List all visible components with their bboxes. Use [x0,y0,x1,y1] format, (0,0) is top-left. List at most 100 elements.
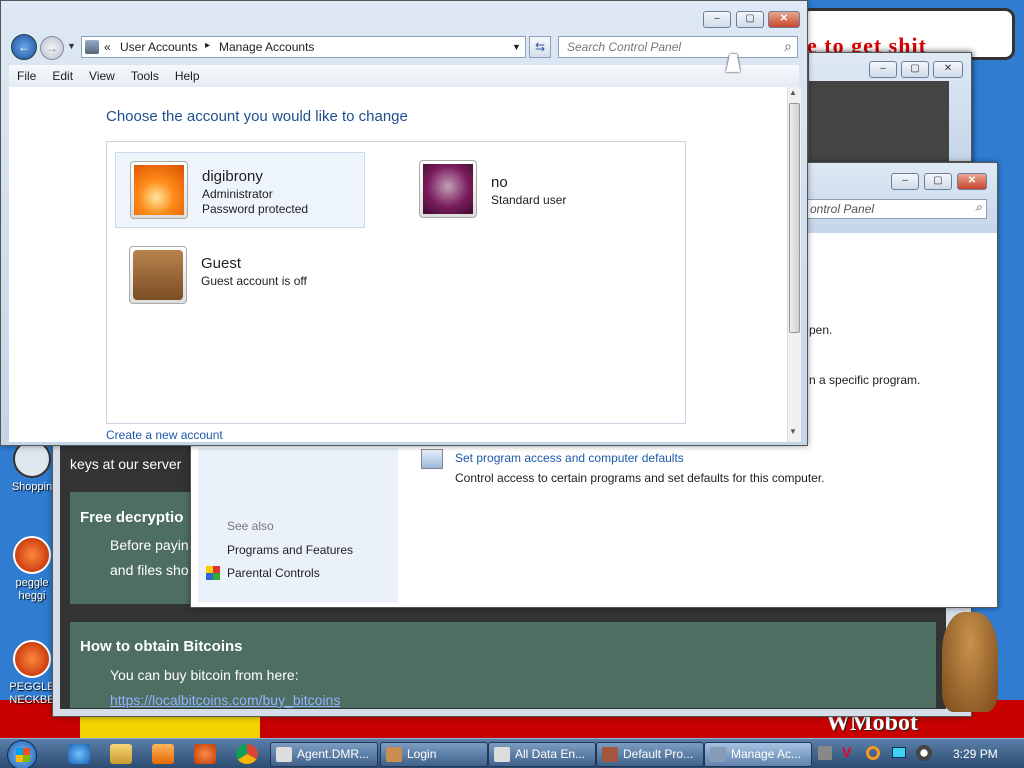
maximize-button[interactable]: ▢ [901,61,929,78]
programs-features-link[interactable]: Programs and Features [227,543,353,557]
account-picture [130,161,188,219]
chevron-down-icon: ▼ [67,41,76,51]
browser2-window: – ▢ ✕ [808,52,972,163]
taskbar-item-manage-accounts[interactable]: Manage Ac... [704,742,812,767]
desktop-icon-label: Shoppin [11,481,53,493]
menu-edit[interactable]: Edit [44,65,81,87]
peggle-icon [13,640,51,678]
program-defaults-icon [421,449,443,469]
chevron-down-icon[interactable]: ▼ [512,42,521,52]
search-icon: ⌕ [975,200,982,214]
menu-view[interactable]: View [81,65,123,87]
desktop-icon-label: peggle heggi [15,577,49,602]
bitcoin-link[interactable]: https://localbitcoins.com/buy_bitcoins [110,688,340,713]
cp2-search-input[interactable]: ontrol Panel ⌕ [805,199,987,219]
address-bar[interactable]: « User Accounts ▸ Manage Accounts ▼ [81,36,526,58]
refresh-icon: ⇆ [534,40,546,54]
bitcoin-title: How to obtain Bitcoins [80,638,243,655]
accounts-panel: digibrony Administrator Password protecte… [106,141,686,424]
close-button[interactable]: ✕ [933,61,963,78]
network-icon[interactable] [892,747,906,758]
breadcrumb-separator: ▸ [205,40,211,51]
close-button[interactable]: ✕ [768,11,800,28]
page-title: Choose the account you would like to cha… [106,108,408,125]
minimize-button[interactable]: – [869,61,897,78]
account-tile-no[interactable]: no Standard user [405,152,655,228]
taskbar-item-default-programs[interactable]: Default Pro... [596,742,704,767]
clock[interactable]: 3:29 PM [953,747,998,761]
internet-explorer-icon[interactable] [68,744,90,764]
cp2-sidebar: See also Programs and Features Parental … [198,448,398,602]
free-decryption-line1: Before payin [110,537,189,553]
search-icon: ⌕ [784,38,792,54]
account-name: digibrony [202,168,263,185]
flower-icon [134,165,184,215]
forward-button[interactable]: → [40,36,64,60]
taskbar-item-all-data[interactable]: All Data En... [488,742,596,767]
minimize-button[interactable]: – [891,173,919,190]
bitcoin-text: You can buy bitcoin from here: [110,667,299,683]
folder-icon[interactable] [110,744,132,764]
back-arrow-icon: ← [18,40,30,54]
user-accounts-icon [710,747,726,762]
account-tile-digibrony[interactable]: digibrony Administrator Password protecte… [115,152,365,228]
login-icon [386,747,402,762]
breadcrumb-overflow[interactable]: « [104,40,111,54]
taskbar: Agent.DMR... Login All Data En... Defaul… [0,738,1024,768]
account-status: Password protected [202,202,309,216]
account-status: Guest account is off [201,274,307,288]
cp2-text2: n a specific program. [809,373,921,387]
menu-bar: File Edit View Tools Help [9,65,799,87]
breadcrumb-manage-accounts[interactable]: Manage Accounts [219,40,314,54]
close-button[interactable]: ✕ [957,173,987,190]
default-programs-icon [602,747,618,762]
account-picture [129,246,187,304]
browser2-content [809,81,949,163]
parental-controls-link[interactable]: Parental Controls [227,566,320,580]
minimize-button[interactable]: – [703,11,731,28]
account-name: no [491,174,508,191]
menu-tools[interactable]: Tools [123,65,167,87]
account-tile-guest[interactable]: Guest Guest account is off [115,238,365,314]
app-icon[interactable] [194,744,216,764]
scrollbar-thumb[interactable] [789,103,800,333]
maximize-button[interactable]: ▢ [924,173,952,190]
recent-pages-dropdown[interactable]: ▼ [67,41,76,51]
breadcrumb-user-accounts[interactable]: User Accounts [120,40,197,54]
desktop-icon-label: PEGGLE NECKBE [9,681,55,706]
taskbar-item-login[interactable]: Login [380,742,488,767]
bitcoin-box: How to obtain Bitcoins You can buy bitco… [70,622,936,708]
cp2-text1: pen. [809,323,833,337]
manage-accounts-window: – ▢ ✕ ← → ▼ « User Accounts ▸ Manage Acc… [0,0,808,446]
maximize-button[interactable]: ▢ [736,11,764,28]
free-decryption-box: Free decryptio Before payin and files sh… [70,492,195,604]
set-program-access-link[interactable]: Set program access and computer defaults [455,451,684,465]
taskbar-item-label: Manage Ac... [731,747,802,761]
scroll-down-arrow-icon[interactable]: ▼ [789,427,797,436]
tray-icon[interactable] [818,746,832,760]
taskbar-item-agent[interactable]: Agent.DMR... [270,742,378,767]
user-accounts-icon [85,40,99,54]
vertical-scrollbar[interactable]: ▲ ▼ [787,87,801,442]
start-button[interactable] [7,740,37,768]
briefcase-icon [133,250,183,300]
account-details: Administrator Password protected [202,187,308,217]
peggle-icon [13,536,51,574]
window-icon [276,747,292,762]
menu-help[interactable]: Help [167,65,208,87]
create-account-link[interactable]: Create a new account [106,428,223,442]
menu-file[interactable]: File [9,65,44,87]
chrome-icon[interactable] [236,744,258,764]
refresh-button[interactable]: ⇆ [529,36,551,58]
volume-icon[interactable] [916,745,932,761]
search-input[interactable]: Search Control Panel ⌕ [558,36,798,58]
back-button[interactable]: ← [11,34,37,60]
tray-v-icon[interactable]: V [842,744,851,760]
free-decryption-title: Free decryptio [80,509,184,526]
scroll-up-arrow-icon[interactable]: ▲ [789,88,797,97]
tray-search-icon[interactable] [866,746,880,760]
cp2-search-text: ontrol Panel [810,202,875,216]
search-placeholder: Search Control Panel [567,40,682,54]
media-player-icon[interactable] [152,744,174,764]
account-type: Administrator [202,187,273,201]
